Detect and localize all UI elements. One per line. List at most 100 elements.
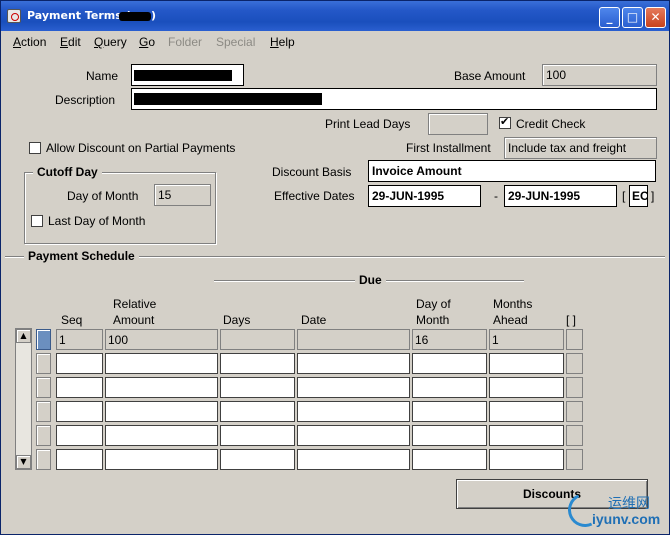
menu-special[interactable]: Special	[216, 35, 255, 49]
cell-relative-amount[interactable]	[105, 377, 218, 398]
col-date: Date	[301, 313, 327, 327]
menu-edit[interactable]: Edit	[60, 35, 81, 49]
cell-flex[interactable]	[566, 449, 583, 470]
cell-flex[interactable]	[566, 425, 583, 446]
base-amount-field[interactable]: 100	[542, 64, 657, 86]
due-label: Due	[355, 273, 386, 287]
flex-close-bracket: ]	[651, 189, 655, 203]
cell-relative-amount[interactable]	[105, 425, 218, 446]
allow-discount-checkbox[interactable]	[29, 142, 41, 154]
schedule-scrollbar[interactable]: ▲ ▼	[15, 328, 32, 470]
cell-days[interactable]	[220, 377, 295, 398]
scroll-up-icon[interactable]: ▲	[16, 329, 31, 343]
cell-months-ahead[interactable]: 1	[489, 329, 564, 350]
last-day-of-month-label: Last Day of Month	[48, 214, 146, 228]
cell-seq[interactable]	[56, 449, 103, 470]
name-field[interactable]	[131, 64, 244, 86]
cell-relative-amount[interactable]: 100	[105, 329, 218, 350]
effective-dates-separator: -	[494, 189, 498, 203]
minimize-button[interactable]: _	[599, 7, 620, 28]
payment-schedule-title: Payment Schedule	[24, 249, 139, 263]
cell-seq[interactable]	[56, 425, 103, 446]
cell-day-of-month[interactable]	[412, 401, 487, 422]
cell-days[interactable]	[220, 329, 295, 350]
col-relative-amount-line1: Relative	[113, 297, 157, 311]
title-bar: Payment Terms ( ) _ □ ✕	[1, 1, 669, 31]
menu-action-mnemonic: A	[13, 35, 22, 49]
cell-flex[interactable]	[566, 329, 583, 350]
row-selector[interactable]	[36, 449, 51, 470]
row-selector[interactable]	[36, 329, 51, 350]
print-lead-days-field[interactable]	[428, 113, 488, 135]
cell-date[interactable]	[297, 449, 410, 470]
cell-relative-amount[interactable]	[105, 401, 218, 422]
cell-relative-amount[interactable]	[105, 449, 218, 470]
menu-query[interactable]: Query	[94, 35, 127, 49]
cell-day-of-month[interactable]	[412, 377, 487, 398]
menu-help-mnemonic: H	[270, 35, 279, 49]
col-day-of-month-line2: Month	[416, 313, 450, 327]
cell-months-ahead[interactable]	[489, 425, 564, 446]
first-installment-field[interactable]: Include tax and freight	[504, 137, 657, 159]
base-amount-label: Base Amount	[454, 69, 526, 83]
cell-months-ahead[interactable]	[489, 449, 564, 470]
cell-days[interactable]	[220, 401, 295, 422]
day-of-month-field[interactable]: 15	[154, 184, 211, 206]
row-selector[interactable]	[36, 401, 51, 422]
redacted-name	[134, 70, 232, 81]
cell-date[interactable]	[297, 401, 410, 422]
cell-day-of-month[interactable]	[412, 449, 487, 470]
cell-flex[interactable]	[566, 377, 583, 398]
menu-go[interactable]: Go	[139, 35, 155, 49]
cell-seq[interactable]: 1	[56, 329, 103, 350]
cell-relative-amount[interactable]	[105, 353, 218, 374]
description-label: Description	[55, 93, 116, 107]
cell-flex[interactable]	[566, 353, 583, 374]
menu-edit-mnemonic: E	[60, 35, 69, 49]
row-selector[interactable]	[36, 377, 51, 398]
cell-months-ahead[interactable]	[489, 401, 564, 422]
cell-days[interactable]	[220, 353, 295, 374]
cell-flex[interactable]	[566, 401, 583, 422]
watermark: 运维网 iyunv.com	[563, 488, 668, 533]
menu-go-mnemonic: G	[139, 35, 149, 49]
close-button[interactable]: ✕	[645, 7, 666, 28]
cell-seq[interactable]	[56, 353, 103, 374]
scroll-down-icon[interactable]: ▼	[16, 455, 31, 469]
row-selector[interactable]	[36, 425, 51, 446]
cell-seq[interactable]	[56, 377, 103, 398]
redacted-description	[134, 93, 322, 105]
credit-check-checkbox[interactable]	[499, 115, 511, 129]
menu-folder[interactable]: Folder	[168, 35, 202, 49]
day-of-month-label: Day of Month	[67, 189, 139, 203]
col-seq: Seq	[61, 313, 83, 327]
description-field[interactable]	[131, 88, 657, 110]
effective-date-to-field[interactable]: 29-JUN-1995	[504, 185, 617, 207]
credit-check-label: Credit Check	[516, 117, 586, 131]
descriptive-flexfield[interactable]: EC	[629, 185, 648, 207]
cell-day-of-month[interactable]	[412, 425, 487, 446]
menu-action[interactable]: Action	[13, 35, 46, 49]
cell-date[interactable]	[297, 353, 410, 374]
col-months-ahead-line2: Ahead	[493, 313, 528, 327]
app-icon[interactable]	[7, 9, 21, 23]
last-day-of-month-checkbox[interactable]	[31, 215, 43, 227]
cutoff-day-title: Cutoff Day	[33, 165, 102, 179]
maximize-button[interactable]: □	[622, 7, 643, 28]
cell-day-of-month[interactable]: 16	[412, 329, 487, 350]
effective-date-from-field[interactable]: 29-JUN-1995	[368, 185, 481, 207]
allow-discount-label: Allow Discount on Partial Payments	[46, 141, 236, 155]
menu-help[interactable]: Help	[270, 35, 295, 49]
cell-date[interactable]	[297, 329, 410, 350]
cell-seq[interactable]	[56, 401, 103, 422]
cell-day-of-month[interactable]	[412, 353, 487, 374]
discount-basis-field[interactable]: Invoice Amount	[368, 160, 656, 182]
cell-days[interactable]	[220, 449, 295, 470]
cell-days[interactable]	[220, 425, 295, 446]
effective-dates-label: Effective Dates	[274, 189, 355, 203]
cell-months-ahead[interactable]	[489, 353, 564, 374]
cell-date[interactable]	[297, 425, 410, 446]
row-selector[interactable]	[36, 353, 51, 374]
cell-months-ahead[interactable]	[489, 377, 564, 398]
cell-date[interactable]	[297, 377, 410, 398]
